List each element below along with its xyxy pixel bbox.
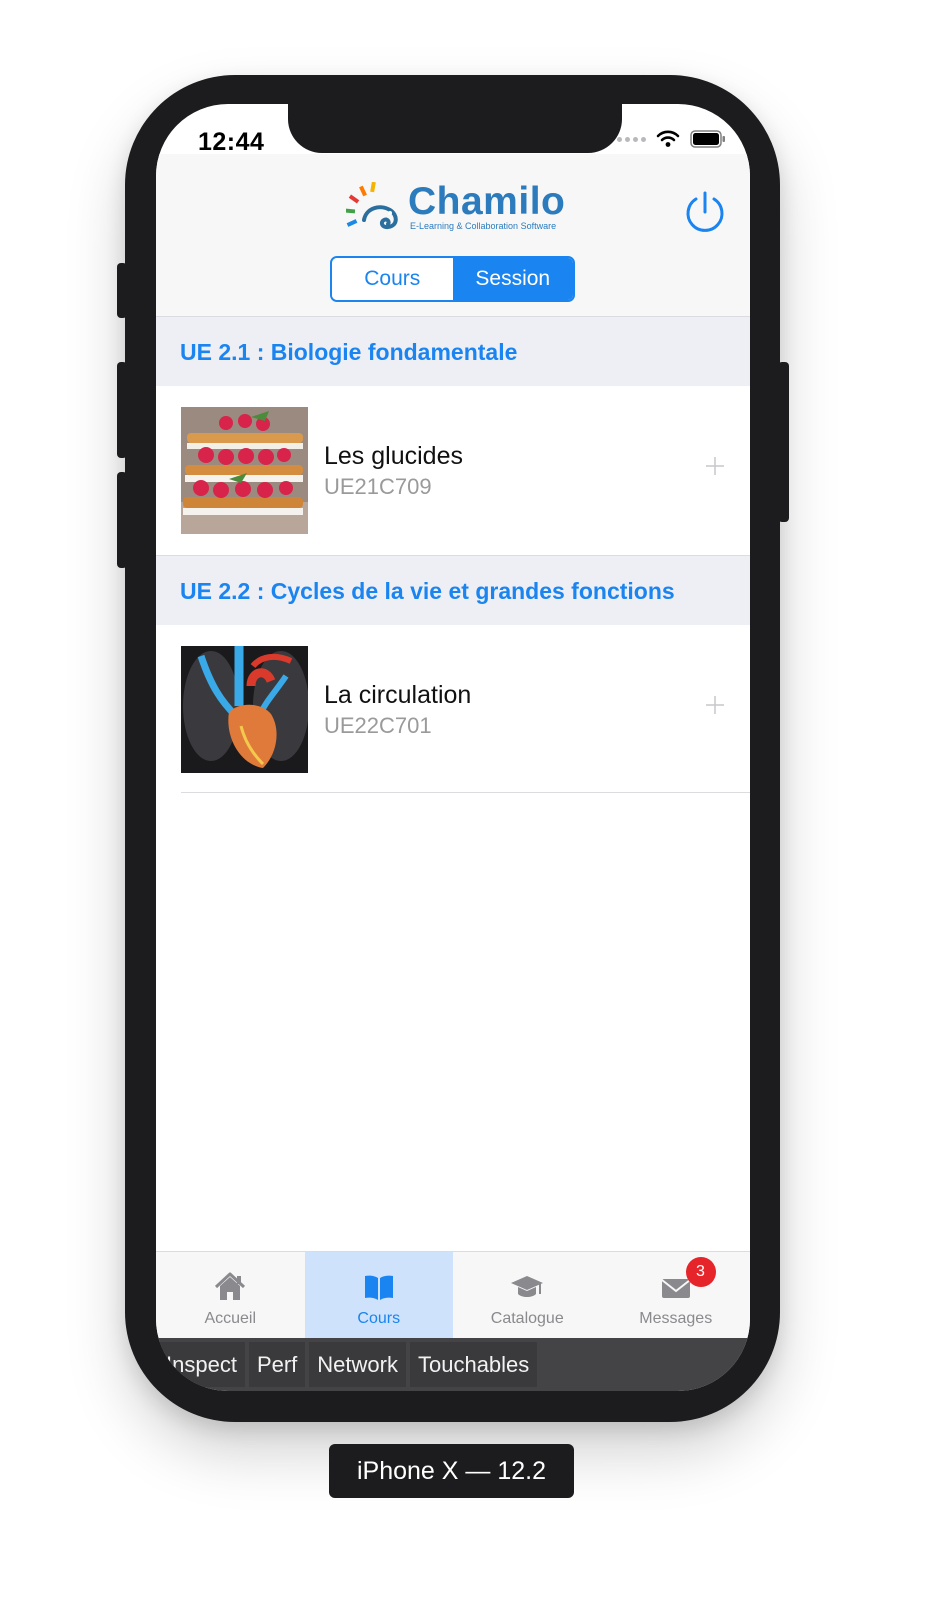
brand-name: Chamilo: [408, 180, 566, 223]
course-thumbnail: [181, 407, 308, 534]
tab-label: Cours: [357, 1310, 401, 1327]
tab-cours[interactable]: Cours: [304, 1252, 453, 1338]
mute-switch: [117, 263, 127, 318]
add-icon[interactable]: [704, 694, 726, 716]
status-time: 12:44: [198, 128, 265, 156]
graduation-cap-icon: [511, 1276, 544, 1297]
devtools-touchables[interactable]: Touchables: [409, 1342, 538, 1387]
power-logout-icon[interactable]: [683, 190, 727, 234]
app-screen: Chamilo E-Learning & Collaboration Softw…: [156, 104, 750, 1391]
course-name: Les glucides: [324, 442, 463, 470]
volume-up-button: [117, 362, 127, 458]
devtools-network[interactable]: Network: [309, 1342, 406, 1387]
tab-bar: Accueil Cours Catalogue 3 Messages: [156, 1251, 750, 1338]
cellular-signal-icon: [617, 136, 646, 142]
add-icon[interactable]: [704, 455, 726, 477]
chameleon-logo-icon: [346, 182, 398, 230]
section-header: UE 2.2 : Cycles de la vie et grandes fon…: [156, 555, 750, 625]
devtools-inspect[interactable]: Inspect: [156, 1342, 245, 1387]
course-name: La circulation: [324, 681, 472, 709]
tab-label: Messages: [639, 1310, 713, 1327]
tab-catalogue[interactable]: Catalogue: [453, 1252, 602, 1338]
course-code: UE22C701: [324, 713, 432, 738]
course-row[interactable]: Les glucides UE21C709: [156, 386, 750, 554]
brand-tagline: E-Learning & Collaboration Software: [410, 221, 557, 231]
section-header: UE 2.1 : Biologie fondamentale: [156, 316, 750, 386]
course-row[interactable]: La circulation UE22C701: [156, 625, 750, 793]
status-indicators: [617, 130, 726, 148]
navigation-bar: Chamilo E-Learning & Collaboration Softw…: [156, 154, 750, 316]
device-label: iPhone X — 12.2: [329, 1444, 574, 1498]
segment-session[interactable]: Session: [452, 258, 573, 300]
course-code: UE21C709: [324, 474, 432, 499]
tab-accueil[interactable]: Accueil: [156, 1252, 305, 1338]
course-session-segmented-control: Cours Session: [330, 256, 575, 302]
section-title: UE 2.2 : Cycles de la vie et grandes fon…: [180, 578, 675, 604]
devtools-bar: Inspect Perf Network Touchables: [156, 1338, 750, 1391]
notch: [288, 104, 622, 153]
row-separator: [181, 792, 750, 793]
tab-messages[interactable]: 3 Messages: [602, 1252, 751, 1338]
tab-label: Catalogue: [490, 1310, 564, 1327]
volume-down-button: [117, 472, 127, 568]
segment-cours[interactable]: Cours: [332, 258, 453, 300]
course-thumbnail: [181, 646, 308, 773]
devtools-perf[interactable]: Perf: [248, 1342, 306, 1387]
home-icon: [215, 1272, 246, 1300]
book-icon: [364, 1275, 393, 1300]
app-logo: Chamilo E-Learning & Collaboration Softw…: [346, 182, 565, 232]
tab-label: Accueil: [204, 1310, 257, 1327]
battery-icon: [690, 130, 725, 148]
wifi-icon: [656, 130, 680, 147]
unread-badge: 3: [685, 1257, 716, 1287]
section-title: UE 2.1 : Biologie fondamentale: [180, 339, 518, 365]
side-button: [778, 362, 789, 522]
